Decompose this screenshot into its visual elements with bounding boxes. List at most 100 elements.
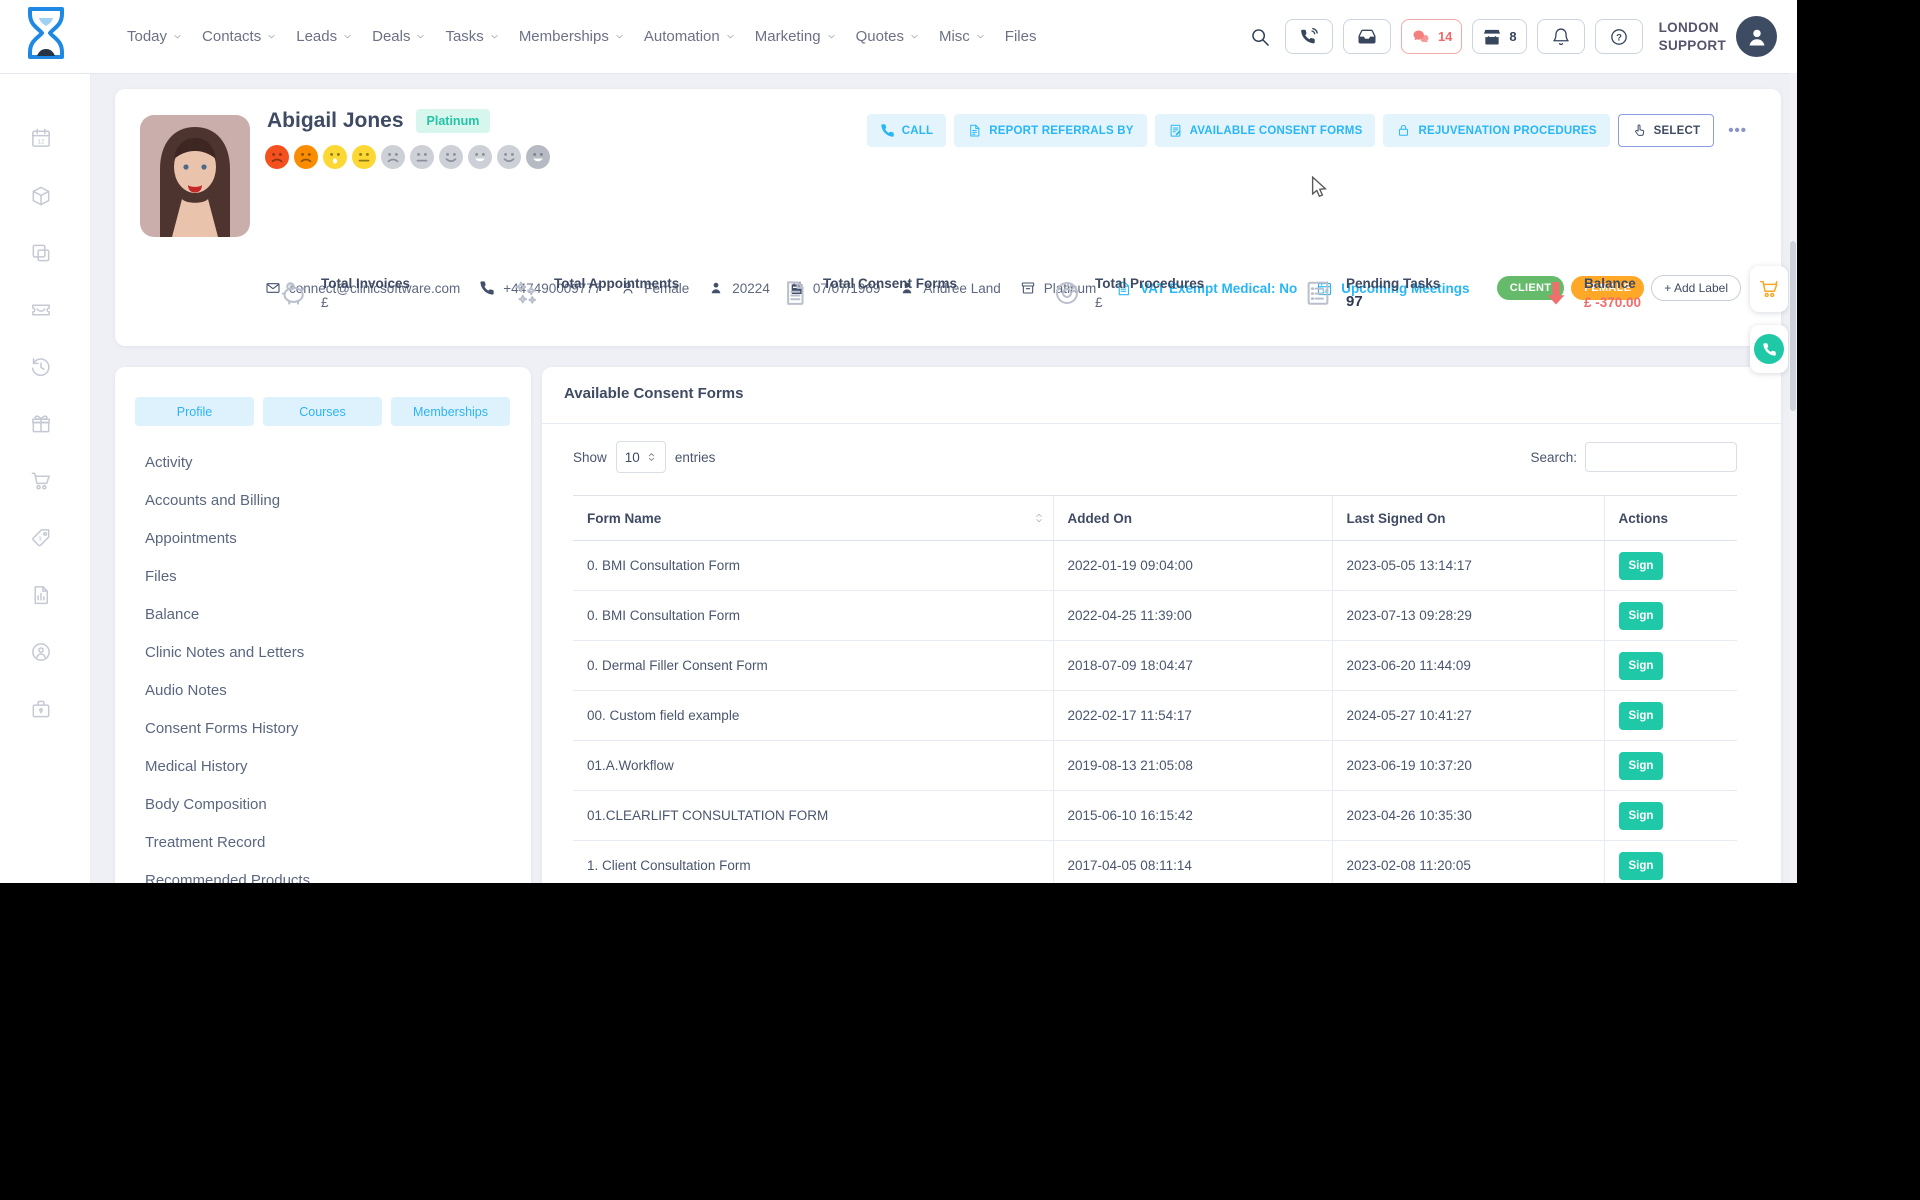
tab-courses[interactable]: Courses <box>263 397 382 426</box>
sign-button[interactable]: Sign <box>1619 702 1664 730</box>
menu-item-treatment-record[interactable]: Treatment Record <box>115 824 531 862</box>
phone-button[interactable] <box>1285 19 1333 54</box>
rejuvenation-procedures-button[interactable]: REJUVENATION PROCEDURES <box>1383 114 1609 147</box>
mood-face-4[interactable] <box>352 145 376 169</box>
nav-item-automation[interactable]: Automation <box>644 28 736 45</box>
cell-form-name: 1. Client Consultation Form <box>573 841 1053 884</box>
menu-item-medical-history[interactable]: Medical History <box>115 748 531 786</box>
stat-label: Total Consent Forms <box>823 276 957 291</box>
mood-face-3[interactable] <box>323 145 347 169</box>
column-header-actions[interactable]: Actions <box>1604 496 1737 541</box>
chevron-down-icon <box>826 31 837 42</box>
nav-item-label: Files <box>1005 28 1037 45</box>
vertical-scrollbar[interactable] <box>1789 73 1797 883</box>
mood-face-10[interactable] <box>526 145 550 169</box>
sign-button[interactable]: Sign <box>1619 752 1664 780</box>
svg-text:12: 12 <box>38 138 45 145</box>
page-size-select[interactable]: 10 <box>616 441 666 473</box>
tab-profile[interactable]: Profile <box>135 397 254 426</box>
account-menu[interactable]: LONDON SUPPORT <box>1659 19 1726 54</box>
store-button[interactable]: 8 <box>1472 19 1526 54</box>
calendar-12-icon[interactable]: 12 <box>30 127 53 150</box>
case-icon[interactable] <box>30 698 53 721</box>
nav-item-deals[interactable]: Deals <box>372 28 426 45</box>
nav-item-today[interactable]: Today <box>127 28 183 45</box>
app-logo-icon[interactable] <box>22 6 70 68</box>
scrollbar-thumb[interactable] <box>1790 241 1796 411</box>
nav-item-files[interactable]: Files <box>1005 28 1037 45</box>
stat-pending-tasks: Pending Tasks97 <box>1303 276 1440 310</box>
table-row: 0. BMI Consultation Form2022-04-25 11:39… <box>573 591 1737 641</box>
cell-actions: Sign <box>1604 691 1737 741</box>
nav-item-memberships[interactable]: Memberships <box>519 28 625 45</box>
chat-button[interactable]: 14 <box>1401 19 1462 54</box>
nav-item-contacts[interactable]: Contacts <box>202 28 277 45</box>
search-icon[interactable] <box>1249 26 1271 48</box>
menu-item-activity[interactable]: Activity <box>115 444 531 482</box>
cart-icon[interactable] <box>30 470 53 493</box>
select-button[interactable]: SELECT <box>1618 114 1715 147</box>
report-icon[interactable] <box>30 584 53 607</box>
table-search-input[interactable] <box>1585 442 1737 472</box>
voucher-icon[interactable] <box>30 299 53 322</box>
history-icon[interactable] <box>30 356 53 379</box>
sign-button[interactable]: Sign <box>1619 602 1664 630</box>
nav-item-marketing[interactable]: Marketing <box>755 28 837 45</box>
mood-face-6[interactable] <box>410 145 434 169</box>
column-header-last-signed-on[interactable]: Last Signed On <box>1332 496 1604 541</box>
menu-item-audio-notes[interactable]: Audio Notes <box>115 672 531 710</box>
price-tag-icon[interactable]: $ <box>30 527 53 550</box>
cell-added-on: 2022-02-17 11:54:17 <box>1053 691 1332 741</box>
mood-face-2[interactable] <box>294 145 318 169</box>
nav-item-misc[interactable]: Misc <box>939 28 986 45</box>
package-icon[interactable] <box>30 185 53 208</box>
nav-item-tasks[interactable]: Tasks <box>445 28 499 45</box>
column-header-form-name[interactable]: Form Name <box>573 496 1053 541</box>
call-button[interactable]: CALL <box>867 114 946 147</box>
mood-face-5[interactable] <box>381 145 405 169</box>
svg-text:$: $ <box>289 284 293 291</box>
menu-item-consent-forms-history[interactable]: Consent Forms History <box>115 710 531 748</box>
whatsapp-call-icon[interactable] <box>1750 325 1788 373</box>
more-actions-button[interactable]: ••• <box>1722 121 1753 140</box>
stat-total-invoices: $Total Invoices£ <box>278 276 410 310</box>
cell-last-signed-on: 2023-06-19 10:37:20 <box>1332 741 1604 791</box>
mood-face-9[interactable] <box>497 145 521 169</box>
sign-button[interactable]: Sign <box>1619 852 1664 880</box>
column-header-added-on[interactable]: Added On <box>1053 496 1332 541</box>
help-button[interactable]: ? <box>1595 19 1643 54</box>
available-consent-forms-button[interactable]: AVAILABLE CONSENT FORMS <box>1155 114 1376 147</box>
menu-item-accounts-and-billing[interactable]: Accounts and Billing <box>115 482 531 520</box>
sign-button[interactable]: Sign <box>1619 652 1664 680</box>
client-photo <box>140 115 250 237</box>
sign-button[interactable]: Sign <box>1619 552 1664 580</box>
cell-last-signed-on: 2023-05-05 13:14:17 <box>1332 541 1604 591</box>
report-referrals-by-button[interactable]: REPORT REFERRALS BY <box>954 114 1146 147</box>
avatar[interactable] <box>1736 16 1777 57</box>
stat-text: Balance£ -370.00 <box>1584 276 1641 310</box>
menu-item-clinic-notes-and-letters[interactable]: Clinic Notes and Letters <box>115 634 531 672</box>
menu-item-body-composition[interactable]: Body Composition <box>115 786 531 824</box>
sign-button[interactable]: Sign <box>1619 802 1664 830</box>
mood-face-1[interactable] <box>265 145 289 169</box>
stat-balance: Balance£ -370.00 <box>1541 276 1641 310</box>
tab-memberships[interactable]: Memberships <box>391 397 510 426</box>
nav-item-quotes[interactable]: Quotes <box>856 28 920 45</box>
mood-face-8[interactable] <box>468 145 492 169</box>
nav-item-leads[interactable]: Leads <box>296 28 353 45</box>
menu-item-recommended-products[interactable]: Recommended Products <box>115 862 531 883</box>
copy-icon[interactable] <box>30 242 53 265</box>
cart-shortcut-icon[interactable] <box>1750 266 1788 312</box>
mood-face-7[interactable] <box>439 145 463 169</box>
menu-item-appointments[interactable]: Appointments <box>115 520 531 558</box>
menu-item-files[interactable]: Files <box>115 558 531 596</box>
inbox-button[interactable] <box>1343 19 1391 54</box>
cell-form-name: 01.A.Workflow <box>573 741 1053 791</box>
nav-item-label: Today <box>127 28 167 45</box>
menu-item-balance[interactable]: Balance <box>115 596 531 634</box>
support-icon[interactable] <box>30 641 53 664</box>
bell-button[interactable] <box>1537 19 1585 54</box>
gift-icon[interactable] <box>30 413 53 436</box>
main-nav: Today Contacts Leads Deals Tasks Memberships A… <box>127 0 1036 73</box>
nav-item-label: Automation <box>644 28 720 45</box>
